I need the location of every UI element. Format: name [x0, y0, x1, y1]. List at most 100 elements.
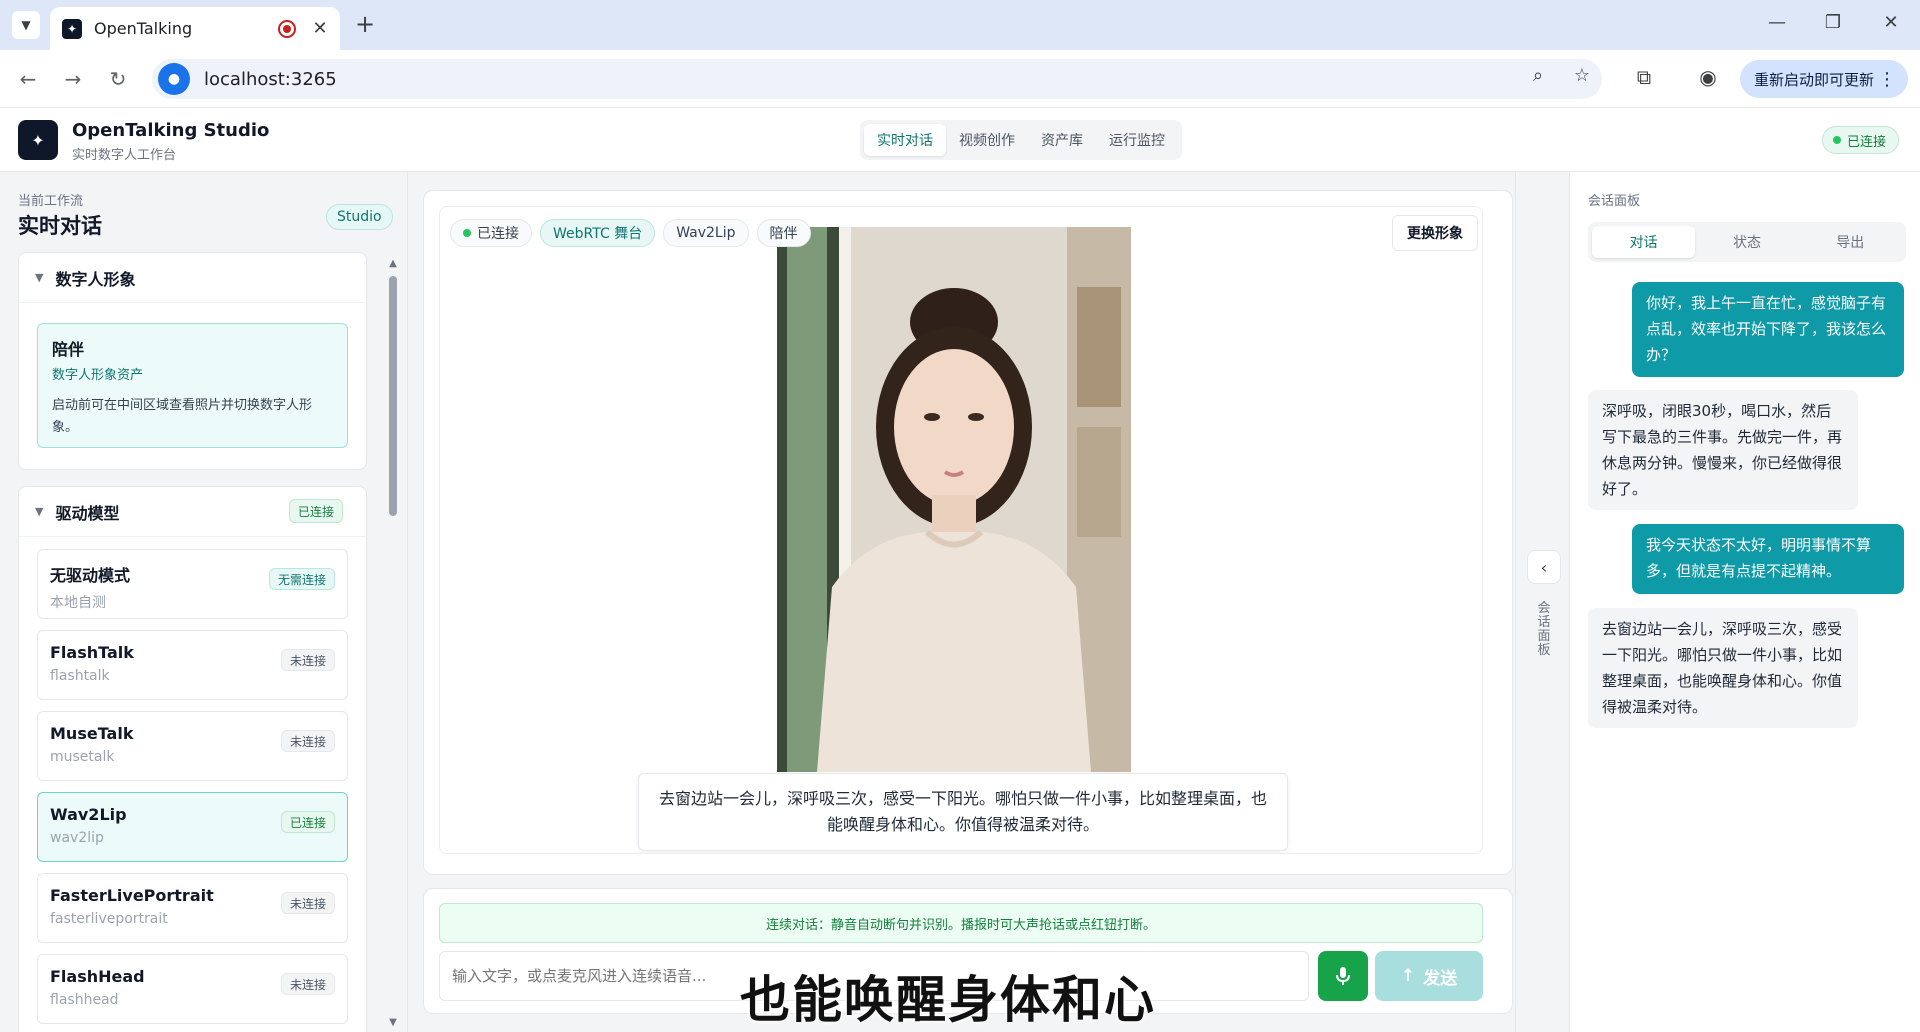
browser-tab[interactable]: ✦ OpenTalking ✕: [50, 7, 340, 50]
collapse-caret-icon: ▼: [35, 271, 44, 284]
driver-panel-title: 驱动模型: [55, 503, 120, 523]
browser-toolbar: ← → ↻ ● localhost:3265 ⌕ ☆ ⧉ ◉ 重新启动即可更新 …: [0, 50, 1920, 108]
chat-message-user: 我今天状态不太好，明明事情不算多，但就是有点提不起精神。: [1632, 524, 1904, 594]
forward-icon[interactable]: →: [59, 65, 87, 93]
collapse-panel-button[interactable]: ‹: [1527, 550, 1561, 584]
model-item-fasterliveportrait[interactable]: FasterLivePortrait fasterliveportrait 未连…: [37, 873, 348, 943]
avatar-card[interactable]: 陪伴 数字人形象资产 启动前可在中间区域查看照片并切换数字人形象。: [37, 323, 348, 448]
microphone-permission-icon[interactable]: ●: [158, 63, 190, 95]
avatar-card-name: 陪伴: [52, 340, 85, 359]
recording-icon: [278, 19, 296, 38]
model-item-musetalk[interactable]: MuseTalk musetalk 未连接: [37, 711, 348, 781]
model-item-flashhead[interactable]: FlashHead flashhead 未连接: [37, 954, 348, 1024]
scroll-thumb[interactable]: [389, 276, 397, 516]
session-panel-label: 会话面板: [1588, 194, 1641, 209]
session-panel: 会话面板 对话 状态 导出 你好，我上午一直在忙，感觉脑子有点乱，效率也开始下降…: [1570, 172, 1920, 1032]
more-vertical-icon: ⋮: [1878, 68, 1896, 90]
chip-avatar: 陪伴: [756, 219, 811, 247]
chat-message-bot: 深呼吸，闭眼30秒，喝口水，然后写下最急的三件事。先做完一件，再休息两分钟。慢慢…: [1588, 390, 1858, 510]
back-icon[interactable]: ←: [14, 65, 42, 93]
url-text: localhost:3265: [204, 68, 337, 90]
model-item-none[interactable]: 无驱动模式 本地自测 无需连接: [37, 549, 348, 619]
driver-panel: ▼ 驱动模型 已连接 无驱动模式 本地自测 无需连接 FlashTalk fla…: [18, 486, 367, 1032]
connection-status-text: 已连接: [1847, 134, 1887, 150]
microphone-button[interactable]: [1318, 951, 1368, 1001]
model-status-badge: 未连接: [280, 730, 335, 752]
tab-chat[interactable]: 对话: [1592, 226, 1696, 258]
bookmark-star-icon[interactable]: ☆: [1568, 65, 1596, 86]
tab-status[interactable]: 状态: [1695, 226, 1798, 258]
avatar-portrait-image: [777, 227, 1131, 772]
chat-message-user: 你好，我上午一直在忙，感觉脑子有点乱，效率也开始下降了，我该怎么办？: [1632, 282, 1904, 377]
browser-tab-title: OpenTalking: [94, 19, 193, 38]
model-item-flashtalk[interactable]: FlashTalk flashtalk 未连接: [37, 630, 348, 700]
rail-label: 会话面板: [1537, 601, 1551, 658]
model-status-badge: 已连接: [280, 811, 335, 833]
send-button[interactable]: ↑ 发送: [1375, 951, 1483, 1001]
sidebar-scrollbar[interactable]: ▲ ▼: [387, 258, 399, 1028]
opentalking-favicon-icon: ✦: [62, 18, 82, 39]
model-status-badge: 未连接: [280, 892, 335, 914]
session-panel-rail: ‹ 会话面板: [1515, 172, 1570, 1032]
model-status-badge: 未连接: [280, 973, 335, 995]
webrtc-stage: 已连接 WebRTC 舞台 Wav2Lip 陪伴 更换形象 去窗边站一会儿，深呼…: [439, 206, 1483, 854]
restore-icon[interactable]: ❐: [1818, 12, 1848, 33]
workflow-title: 实时对话: [18, 214, 102, 238]
close-tab-icon[interactable]: ✕: [310, 18, 330, 39]
main-nav: 实时对话 视频创作 资产库 运行监控: [860, 120, 1182, 160]
change-avatar-button[interactable]: 更换形象: [1392, 215, 1478, 251]
tab-export[interactable]: 导出: [1799, 226, 1902, 258]
chip-driver: Wav2Lip: [663, 219, 749, 247]
browser-tabbar: ▼ ✦ OpenTalking ✕ + — ❐ ✕: [0, 0, 1920, 50]
chip-connected: 已连接: [450, 219, 532, 247]
status-dot-icon: [463, 229, 471, 237]
status-chip-row: 已连接 WebRTC 舞台 Wav2Lip 陪伴: [450, 219, 811, 247]
stage-container: 已连接 WebRTC 舞台 Wav2Lip 陪伴 更换形象 去窗边站一会儿，深呼…: [423, 190, 1513, 875]
app-logo-icon: ✦: [18, 120, 58, 160]
avatar-card-type: 数字人形象资产: [52, 368, 144, 383]
model-id: 本地自测: [50, 595, 106, 611]
avatar-video: [777, 227, 1131, 772]
driver-status-badge: 已连接: [289, 499, 344, 523]
nav-tab-monitor[interactable]: 运行监控: [1096, 124, 1178, 156]
model-item-wav2lip[interactable]: Wav2Lip wav2lip 已连接: [37, 792, 348, 862]
scroll-down-icon[interactable]: ▼: [387, 1017, 399, 1028]
avatar-panel-header[interactable]: ▼ 数字人形象: [19, 253, 366, 303]
chat-message-bot: 去窗边站一会儿，深呼吸三次，感受一下阳光。哪怕只做一件小事，比如整理桌面，也能唤…: [1588, 608, 1858, 728]
tab-search-icon[interactable]: ▼: [12, 11, 40, 39]
update-button-label: 重新启动即可更新: [1754, 70, 1875, 89]
nav-tab-realtime[interactable]: 实时对话: [864, 124, 946, 156]
send-arrow-icon: ↑: [1400, 966, 1416, 986]
extensions-icon[interactable]: ⧉: [1630, 65, 1658, 89]
update-button[interactable]: 重新启动即可更新 ⋮: [1740, 60, 1908, 98]
connection-status-badge: 已连接: [1822, 126, 1900, 154]
close-window-icon[interactable]: ✕: [1876, 12, 1906, 33]
avatar-panel: ▼ 数字人形象 陪伴 数字人形象资产 启动前可在中间区域查看照片并切换数字人形象…: [18, 252, 367, 470]
video-caption-overlay: 也能唤醒身体和心: [740, 971, 1156, 1029]
minimize-icon[interactable]: —: [1762, 12, 1792, 33]
new-tab-icon[interactable]: +: [352, 12, 378, 38]
brand-title: OpenTalking Studio: [72, 120, 270, 141]
zoom-icon[interactable]: ⌕: [1524, 65, 1552, 86]
continuous-mode-hint: 连续对话：静音自动断句并识别。播报时可大声抢话或点红钮打断。: [439, 903, 1483, 943]
nav-tab-assets[interactable]: 资产库: [1028, 124, 1096, 156]
scroll-up-icon[interactable]: ▲: [387, 258, 399, 269]
chip-webrtc: WebRTC 舞台: [540, 219, 656, 247]
profile-icon[interactable]: ◉: [1694, 65, 1722, 89]
avatar-panel-title: 数字人形象: [55, 269, 136, 289]
left-sidebar: 当前工作流 实时对话 Studio ▼ 数字人形象 陪伴 数字人形象资产 启动前…: [0, 172, 408, 1032]
status-dot-icon: [1833, 136, 1841, 144]
collapse-caret-icon: ▼: [35, 505, 44, 518]
reload-icon[interactable]: ↻: [104, 65, 132, 93]
model-status-badge: 未连接: [280, 649, 335, 671]
workflow-label: 当前工作流: [18, 194, 84, 209]
app-header: ✦ OpenTalking Studio 实时数字人工作台 实时对话 视频创作 …: [0, 108, 1920, 172]
session-tabs: 对话 状态 导出: [1588, 222, 1906, 262]
microphone-icon: [1336, 967, 1350, 985]
nav-tab-video[interactable]: 视频创作: [946, 124, 1028, 156]
address-bar[interactable]: ● localhost:3265 ⌕ ☆: [152, 59, 1602, 99]
studio-badge: Studio: [326, 204, 393, 230]
chip-connected-label: 已连接: [477, 226, 519, 242]
driver-panel-header[interactable]: ▼ 驱动模型 已连接: [19, 487, 366, 537]
model-status-badge: 无需连接: [268, 568, 335, 590]
